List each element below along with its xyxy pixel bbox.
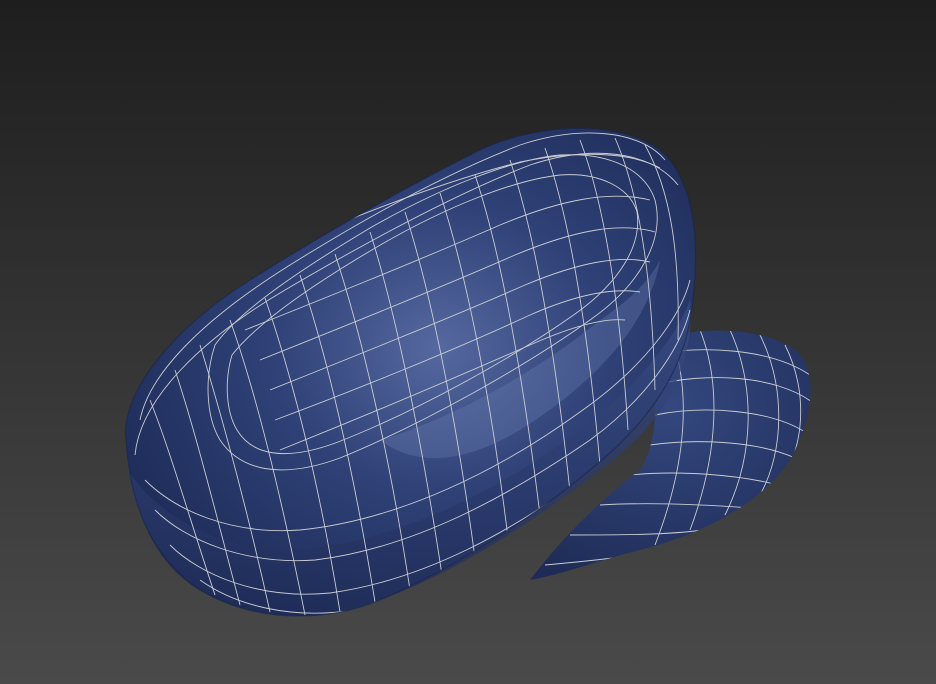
3d-viewport[interactable] <box>0 0 936 684</box>
viewport-canvas[interactable] <box>0 0 936 684</box>
